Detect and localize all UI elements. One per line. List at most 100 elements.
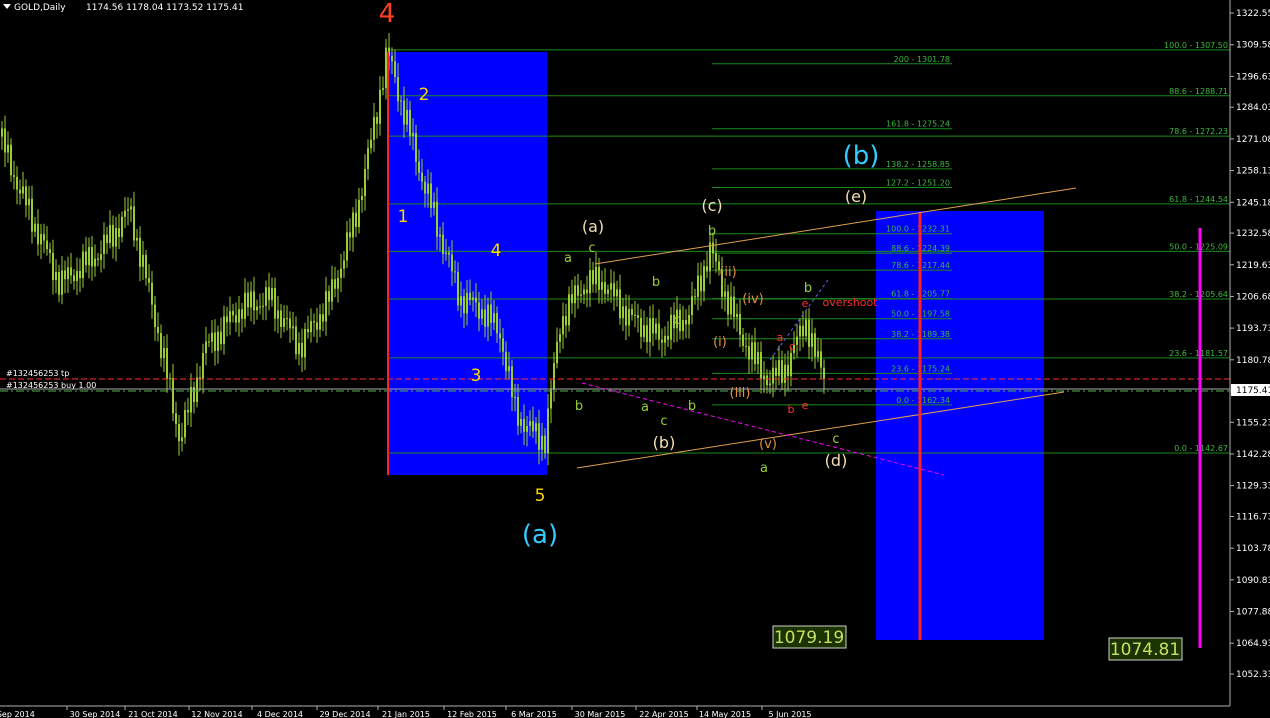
wave-label: (e) [845,187,867,206]
candle-body [670,314,672,340]
candle-body [484,309,486,327]
order-tp-label: #132456253 tp [6,369,69,378]
candle-body [100,254,102,260]
time-tick-label: 21 Oct 2014 [128,710,177,718]
candle-body [409,109,411,136]
candle-body [667,335,669,340]
candle-body [91,247,93,267]
candle-body [796,336,798,345]
candle-body [46,240,48,250]
candle-body [451,254,453,272]
candle-body [355,212,357,227]
time-tick-label: 30 Mar 2015 [575,710,626,718]
fib-label-right: 78.6 - 1272.23 [1169,127,1228,136]
candle-body [58,271,60,295]
candle-body [184,410,186,438]
wave-label: a [564,251,572,266]
wave-label: 2 [419,85,430,105]
candle-body [415,132,417,162]
candle-body [70,267,72,276]
symbol-label: GOLD,Daily [14,3,66,13]
wave-label: b [788,403,795,416]
candle-body [784,364,786,383]
candle-body [799,325,801,337]
price-tick-label: 1129.33 [1236,482,1270,492]
candle-body [94,258,96,267]
candle-body [790,352,792,377]
candle-body [397,77,399,102]
wave-label: b [708,224,716,239]
candle-body [472,297,474,301]
candle-body [103,234,105,255]
candle-body [430,183,432,208]
candle-body [604,282,606,294]
candle-body [238,309,240,323]
time-tick-label: 29 Dec 2014 [319,710,370,718]
candle-body [748,346,750,360]
candle-body [616,289,618,297]
candle-body [271,288,273,301]
candle-body [535,423,537,432]
time-tick-label: 5 Jun 2015 [768,710,811,718]
candle-body [10,144,12,176]
candle-body [208,341,210,343]
price-tick-label: 1245.18 [1236,198,1270,208]
candle-body [31,198,33,232]
candle-body [640,317,642,337]
candle-body [709,242,711,272]
candle-body [367,148,369,169]
candle-body [64,270,66,280]
candle-body [532,421,534,432]
candle-body [55,271,57,281]
chart-menu-icon[interactable] [3,4,11,9]
candle-body [190,387,192,413]
candle-body [175,413,177,425]
candle-body [172,377,174,414]
wave-label: (iii) [730,386,751,401]
wave-label: (c) [701,196,722,215]
time-tick-label: 30 Sep 2014 [70,710,121,718]
candle-body [805,319,807,337]
fib-label-mid: 127.2 - 1251.20 [886,179,950,188]
candle-body [556,341,558,364]
candle-body [631,309,633,316]
candle-body [577,285,579,296]
candle-body [256,306,258,311]
candle-body [529,421,531,427]
wave-label: 1 [398,207,409,227]
candle-body [328,291,330,302]
candle-body [541,435,543,450]
candle-body [337,277,339,289]
candle-body [688,314,690,325]
candle-body [613,283,615,297]
candle-body [394,61,396,78]
chart-window[interactable]: 100.0 - 1307.50 88.6 - 1288.71 78.6 - 1272… [0,0,1270,718]
candle-body [145,255,147,279]
candle-body [466,292,468,314]
candle-body [592,270,594,285]
candle-body [19,189,21,194]
candle-body [37,223,39,245]
price-tick-label: 1077.88 [1236,608,1270,618]
candle-body [130,206,132,210]
candle-body [772,367,774,384]
candle-body [217,331,219,351]
price-tick-label: 1116.73 [1236,512,1270,522]
candle-body [802,325,804,337]
candle-body [763,375,765,380]
candle-body [487,304,489,327]
candle-body [61,270,63,295]
price-chart[interactable]: 100.0 - 1307.50 88.6 - 1288.71 78.6 - 1272… [0,0,1270,718]
candle-body [769,383,771,386]
candle-body [646,325,648,342]
wave-label: (b) [653,433,676,452]
price-tick-label: 1193.73 [1236,324,1270,334]
price-tick-label: 1155.23 [1236,418,1270,428]
candle-body [403,100,405,125]
candle-body [373,117,375,140]
current-price-label: 1175.41 [1236,386,1270,396]
candle-body [523,419,525,432]
candle-body [781,360,783,383]
candle-body [508,366,510,372]
candle-body [820,351,822,368]
